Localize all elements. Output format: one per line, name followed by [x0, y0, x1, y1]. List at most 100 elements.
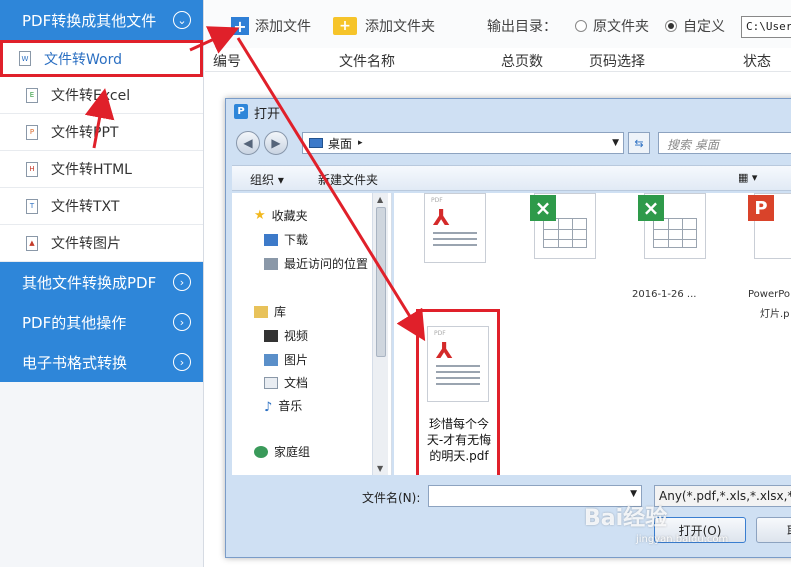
organize-button[interactable]: 组织 ▾	[250, 171, 284, 188]
radio-custom-label: 自定义	[683, 19, 725, 35]
file-label-cut: 2016-1-26 ...	[632, 289, 697, 300]
scroll-down-icon: ▼	[377, 464, 384, 473]
nav-favorites[interactable]: ★ 收藏夹	[254, 207, 308, 224]
sidebar-item-to-ppt[interactable]: P 文件转PPT	[0, 114, 203, 151]
file-table-header: 编号 文件名称 总页数 页码选择 状态	[205, 48, 791, 72]
nav-documents[interactable]: 文档	[264, 374, 308, 391]
file-name: 珍惜每个今天-才有无悔的明天.pdf	[426, 417, 492, 463]
nav-label: 音乐	[278, 399, 303, 413]
pdf-tag-icon: PDF	[434, 330, 446, 337]
nav-scrollbar[interactable]: ▲ ▼	[372, 193, 388, 475]
file-list-pane: PDF ⅄ × × P 2016-1-26 ... PowerPo 灯片.p P…	[394, 193, 791, 475]
watermark-url: jingyan.baidu.com	[636, 534, 729, 545]
output-dir-label: 输出目录：	[487, 16, 557, 36]
col-page-select: 页码选择	[589, 54, 645, 70]
add-file-label: 添加文件	[255, 19, 311, 35]
radio-original-folder[interactable]: 原文件夹	[575, 16, 649, 36]
col-pages: 总页数	[501, 54, 543, 70]
sidebar-item-to-excel[interactable]: E 文件转Excel	[0, 77, 203, 114]
add-file-button[interactable]: + 添加文件	[231, 16, 311, 36]
sidebar-item-label: 文件转Excel	[51, 88, 131, 104]
col-status: 状态	[743, 54, 771, 70]
sidebar-item-to-word[interactable]: W 文件转Word	[0, 40, 203, 77]
nav-recent[interactable]: 最近访问的位置	[264, 255, 368, 272]
command-bar: 组织 ▾ 新建文件夹 ▦ ▾	[232, 165, 791, 191]
pdf-tag-icon: PDF	[431, 197, 443, 204]
pdf-file-thumbnail: PDF ⅄	[427, 326, 489, 402]
file-label-cut: 灯片.p	[760, 309, 790, 320]
add-folder-button[interactable]: + 添加文件夹	[333, 16, 435, 36]
nav-library[interactable]: 库	[254, 303, 286, 320]
nav-label: 文档	[284, 376, 309, 390]
word-file-icon: W	[19, 51, 31, 66]
scroll-thumb[interactable]	[376, 207, 386, 357]
sidebar-item-label: 文件转PPT	[51, 125, 119, 141]
sidebar-item-label: 文件转图片	[51, 236, 121, 252]
chevron-right-icon: ›	[173, 313, 191, 331]
nav-label: 收藏夹	[271, 209, 308, 223]
back-arrow-icon: ◀	[243, 136, 253, 150]
nav-label: 下载	[284, 233, 309, 247]
sidebar-item-label: 文件转TXT	[51, 199, 120, 215]
image-file-icon: ▲	[26, 235, 38, 251]
sidebar-item-to-txt[interactable]: T 文件转TXT	[0, 188, 203, 225]
refresh-button[interactable]: ⇆	[628, 132, 650, 154]
sheet-grid-icon	[653, 218, 697, 248]
watermark-logo: Bai经验	[584, 506, 668, 531]
cancel-button[interactable]: 取	[756, 517, 791, 543]
back-button[interactable]: ◀	[236, 131, 260, 155]
file-label-cut: PowerPo	[748, 289, 791, 300]
chevron-down-icon: ⌄	[173, 11, 191, 29]
section-pdf-to-other[interactable]: PDF转换成其他文件 ⌄	[0, 0, 203, 40]
address-bar-row: ◀ ▶ 桌面 ▸ ▼ ⇆ 搜索 桌面	[232, 129, 791, 157]
nav-homegroup[interactable]: 家庭组	[254, 443, 310, 460]
file-type-select[interactable]: Any(*.pdf,*.xls,*.xlsx,*.pp	[654, 485, 791, 507]
star-icon: ★	[254, 208, 266, 223]
sidebar-item-to-image[interactable]: ▲ 文件转图片	[0, 225, 203, 262]
radio-icon	[575, 20, 587, 32]
view-options-icon[interactable]: ▦ ▾	[738, 171, 757, 184]
new-folder-button[interactable]: 新建文件夹	[318, 171, 378, 188]
pdf-icon: ⅄	[433, 206, 450, 231]
txt-file-icon: T	[26, 198, 38, 214]
nav-videos[interactable]: 视频	[264, 327, 308, 344]
homegroup-icon	[254, 445, 268, 458]
sidebar: PDF转换成其他文件 ⌄ W 文件转Word E 文件转Excel P 文件转P…	[0, 0, 204, 567]
nav-music[interactable]: ♪ 音乐	[264, 397, 303, 415]
forward-button[interactable]: ▶	[264, 131, 288, 155]
dialog-title: 打开	[254, 106, 281, 122]
section-pdf-other-ops[interactable]: PDF的其他操作 ›	[0, 302, 203, 342]
output-label-text: 输出目录：	[487, 19, 557, 35]
selected-pdf-file[interactable]: PDF ⅄ 珍惜每个今天-才有无悔的明天.pdf	[416, 309, 500, 475]
app-icon: P	[234, 104, 248, 119]
radio-custom[interactable]: 自定义	[665, 16, 725, 36]
section-other-to-pdf[interactable]: 其他文件转换成PDF ›	[0, 262, 203, 302]
excel-file-icon: E	[26, 87, 38, 103]
scroll-up-icon: ▲	[377, 195, 384, 204]
nav-downloads[interactable]: 下载	[264, 231, 308, 248]
add-folder-icon: +	[333, 17, 357, 35]
video-icon	[264, 329, 278, 342]
section-ebook-convert[interactable]: 电子书格式转换 ›	[0, 342, 203, 382]
section-label: PDF的其他操作	[22, 313, 127, 332]
recent-places-icon	[264, 257, 278, 270]
sidebar-item-to-html[interactable]: H 文件转HTML	[0, 151, 203, 188]
toolbar: + 添加文件 + 添加文件夹 输出目录： 原文件夹 自定义 C:\Users	[205, 0, 791, 52]
search-input[interactable]: 搜索 桌面	[658, 132, 791, 154]
navigation-pane: ★ 收藏夹 下载 最近访问的位置 库 视频 图片 文档 ♪ 音乐 家庭组	[232, 193, 392, 475]
nav-label: 视频	[284, 329, 309, 343]
filename-label: 文件名(N):	[362, 491, 421, 505]
pdf-file-thumbnail[interactable]: PDF ⅄	[424, 193, 486, 263]
desktop-icon	[309, 138, 323, 148]
radio-selected-icon	[665, 20, 677, 32]
chevron-right-icon: ›	[173, 273, 191, 291]
output-path-field[interactable]: C:\Users	[741, 16, 791, 38]
nav-label: 图片	[284, 353, 309, 367]
sheet-grid-icon	[543, 218, 587, 248]
address-field[interactable]: 桌面 ▸ ▼	[302, 132, 624, 154]
library-icon	[254, 305, 268, 318]
dropdown-arrow-icon: ▼	[612, 138, 619, 148]
sidebar-item-label: 文件转Word	[44, 51, 122, 68]
section-label: PDF转换成其他文件	[22, 11, 157, 30]
nav-pictures[interactable]: 图片	[264, 351, 308, 368]
